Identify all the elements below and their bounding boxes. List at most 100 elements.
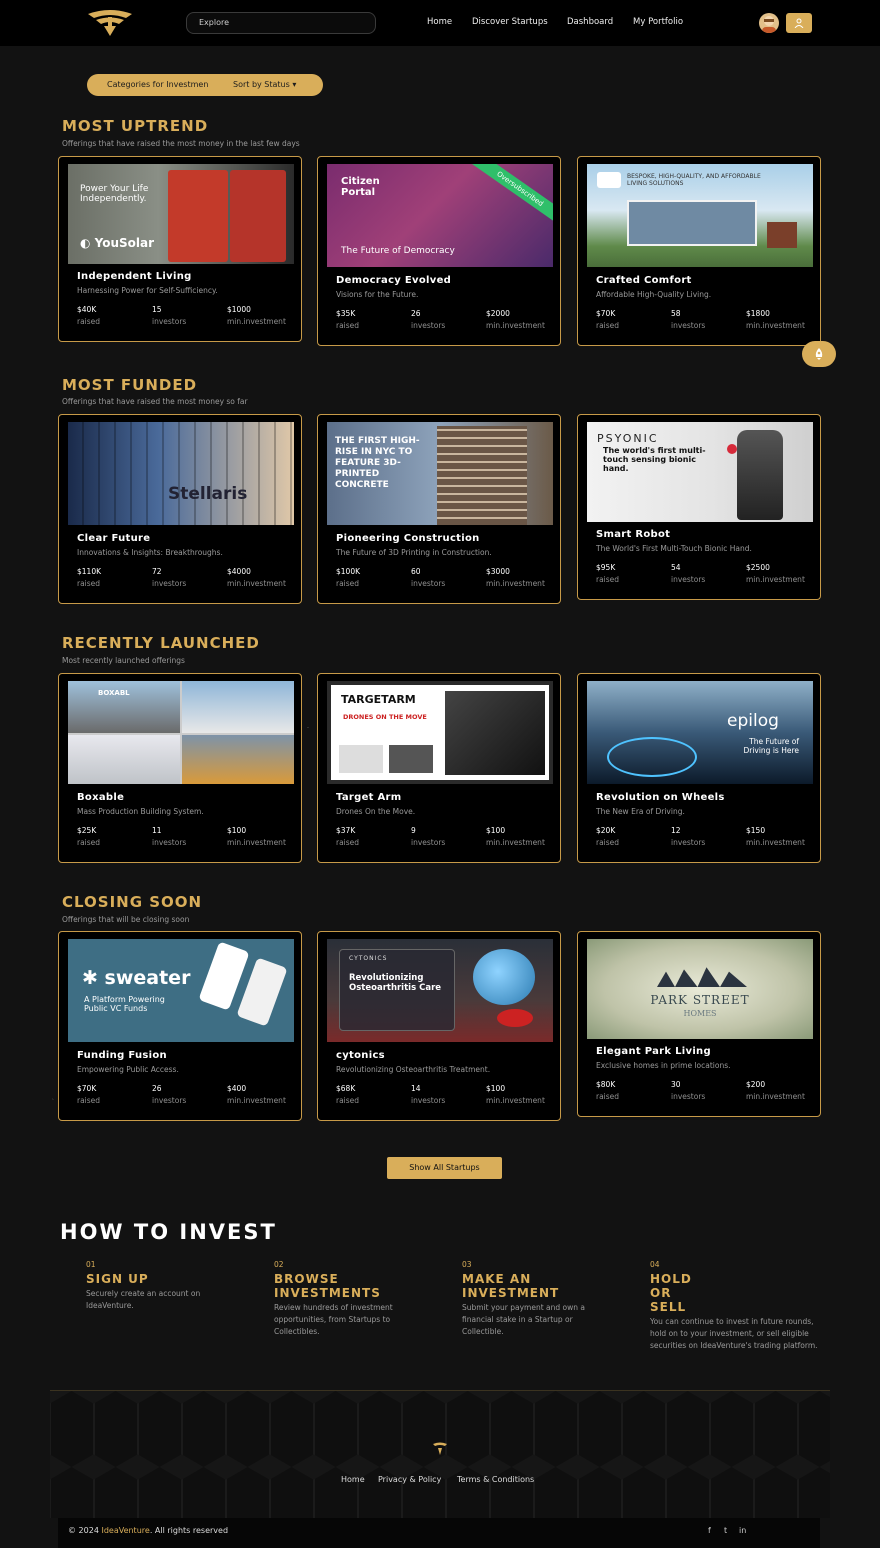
nav-discover-startups[interactable]: Discover Startups xyxy=(472,17,548,27)
park-street-homes-label: HOMES xyxy=(683,1009,717,1018)
card-title: Democracy Evolved xyxy=(336,275,452,286)
stat-min-investment: $4000 min.investment xyxy=(227,567,286,588)
stat-raised: $80K raised xyxy=(596,1080,620,1101)
startup-card[interactable]: BESPOKE, HIGH-QUALITY, AND AFFORDABLE LI… xyxy=(577,156,821,346)
footer-link-home[interactable]: Home xyxy=(341,1475,365,1484)
stat-min-investment: $100 min.investment xyxy=(486,1084,545,1105)
section-subtitle: Offerings that will be closing soon xyxy=(62,915,190,924)
card-image: BESPOKE, HIGH-QUALITY, AND AFFORDABLE LI… xyxy=(587,164,813,267)
stat-min-investment: $1800 min.investment xyxy=(746,309,805,330)
how-to-invest-title: HOW TO INVEST xyxy=(60,1220,277,1244)
card-title: Independent Living xyxy=(77,271,192,282)
card-title: cytonics xyxy=(336,1050,385,1061)
section-title: MOST FUNDED xyxy=(62,376,198,394)
startup-card[interactable]: Citizen Portal Oversubscribed The Future … xyxy=(317,156,561,346)
copyright-text: © 2024 IdeaVenture. All rights reserved xyxy=(68,1526,229,1535)
startup-card[interactable]: epilog The Future of Driving is Here Rev… xyxy=(577,673,821,863)
startup-card[interactable]: Stellaris Clear Future Innovations & Ins… xyxy=(58,414,302,604)
card-tagline: Harnessing Power for Self-Sufficiency. xyxy=(77,286,218,295)
card-tagline: Visions for the Future. xyxy=(336,290,419,299)
card-image: epilog The Future of Driving is Here xyxy=(587,681,813,784)
image-caption: THE FIRST HIGH-RISE IN NYC TO FEATURE 3D… xyxy=(335,436,420,490)
stat-raised: $68K raised xyxy=(336,1084,360,1105)
card-tagline: Innovations & Insights: Breakthroughs. xyxy=(77,548,223,557)
rocket-icon[interactable] xyxy=(802,341,836,367)
card-tagline: The New Era of Driving. xyxy=(596,807,685,816)
card-image: Stellaris xyxy=(68,422,294,525)
image-caption: Power Your Life Independently. xyxy=(80,184,149,204)
image-caption: Revolutionizing Osteoarthritis Care xyxy=(349,973,442,993)
copyright-bar: © 2024 IdeaVenture. All rights reserved … xyxy=(58,1518,820,1548)
card-image: PSYONIC The world's first multi-touch se… xyxy=(587,422,813,522)
card-tagline: Exclusive homes in prime locations. xyxy=(596,1061,731,1070)
section-title: RECENTLY LAUNCHED xyxy=(62,634,260,652)
card-title: Boxable xyxy=(77,792,125,803)
stat-investors: 30 investors xyxy=(671,1080,706,1101)
stat-investors: 14 investors xyxy=(411,1084,446,1105)
image-caption: BOXABL xyxy=(98,689,130,697)
nav-home[interactable]: Home xyxy=(427,17,452,27)
startup-card[interactable]: PARK STREET HOMES Elegant Park Living Ex… xyxy=(577,931,821,1117)
stat-min-investment: $400 min.investment xyxy=(227,1084,286,1105)
card-tagline: The Future of 3D Printing in Constructio… xyxy=(336,548,492,557)
stat-min-investment: $2000 min.investment xyxy=(486,309,545,330)
image-caption: A Platform Powering Public VC Funds xyxy=(84,995,165,1013)
nav-my-portfolio[interactable]: My Portfolio xyxy=(633,17,683,27)
card-image: THE FIRST HIGH-RISE IN NYC TO FEATURE 3D… xyxy=(327,422,553,525)
startup-card[interactable]: THE FIRST HIGH-RISE IN NYC TO FEATURE 3D… xyxy=(317,414,561,604)
targetarm-logo: TARGETARM xyxy=(341,693,416,706)
stat-investors: 11 investors xyxy=(152,826,187,847)
brand-link[interactable]: IdeaVenture xyxy=(101,1526,149,1535)
step-make-an-investment: 03 MAKE AN INVESTMENT Submit your paymen… xyxy=(462,1260,585,1336)
section-title: CLOSING SOON xyxy=(62,893,203,911)
category-filter[interactable]: Categories for Investmen xyxy=(107,80,208,89)
card-tagline: Drones On the Move. xyxy=(336,807,416,816)
brand-logo-icon[interactable] xyxy=(84,8,136,38)
startup-card[interactable]: CYTONICS Revolutionizing Osteoarthritis … xyxy=(317,931,561,1121)
footer-logo-icon[interactable] xyxy=(432,1441,448,1455)
stat-min-investment: $3000 min.investment xyxy=(486,567,545,588)
section-subtitle: Offerings that have raised the most mone… xyxy=(62,397,248,406)
card-title: Clear Future xyxy=(77,533,151,544)
facebook-icon[interactable]: f xyxy=(708,1526,711,1535)
startup-card[interactable]: TARGETARM DRONES ON THE MOVE Target Arm … xyxy=(317,673,561,863)
twitter-icon[interactable]: t xyxy=(724,1526,727,1535)
citizen-portal-logo: Citizen Portal xyxy=(341,176,380,198)
cytonics-logo: CYTONICS xyxy=(349,955,388,962)
stat-investors: 60 investors xyxy=(411,567,446,588)
stat-min-investment: $150 min.investment xyxy=(746,826,805,847)
card-tagline: The World's First Multi-Touch Bionic Han… xyxy=(596,544,752,553)
stat-min-investment: $200 min.investment xyxy=(746,1080,805,1101)
card-image: TARGETARM DRONES ON THE MOVE xyxy=(327,681,553,784)
stat-raised: $25K raised xyxy=(77,826,101,847)
footer-link-privacy[interactable]: Privacy & Policy xyxy=(378,1475,441,1484)
startup-card[interactable]: ✱ sweater A Platform Powering Public VC … xyxy=(58,931,302,1121)
sort-dropdown[interactable]: Sort by Status ▾ xyxy=(233,80,296,89)
card-title: Smart Robot xyxy=(596,529,671,540)
card-image: PARK STREET HOMES xyxy=(587,939,813,1039)
avatar[interactable] xyxy=(759,13,779,33)
search-input[interactable]: Explore xyxy=(186,12,376,34)
startup-card[interactable]: BOXABL Boxable Mass Production Building … xyxy=(58,673,302,863)
startup-card[interactable]: Power Your Life Independently. ◐ YouSola… xyxy=(58,156,302,342)
psyonic-logo: PSYONIC xyxy=(597,432,659,445)
nav-dashboard[interactable]: Dashboard xyxy=(567,17,613,27)
sweater-logo: ✱ sweater xyxy=(82,967,191,989)
user-icon[interactable] xyxy=(786,13,812,33)
linkedin-icon[interactable]: in xyxy=(739,1526,746,1535)
stat-investors: 54 investors xyxy=(671,563,706,584)
card-image: CYTONICS Revolutionizing Osteoarthritis … xyxy=(327,939,553,1042)
card-title: Target Arm xyxy=(336,792,402,803)
stat-min-investment: $100 min.investment xyxy=(227,826,286,847)
stat-raised: $40K raised xyxy=(77,305,101,326)
stat-raised: $70K raised xyxy=(596,309,620,330)
startup-card[interactable]: PSYONIC The world's first multi-touch se… xyxy=(577,414,821,600)
show-all-startups-button[interactable]: Show All Startups xyxy=(387,1157,502,1179)
top-navbar: Explore Home Discover Startups Dashboard… xyxy=(0,0,880,46)
footer-link-terms[interactable]: Terms & Conditions xyxy=(457,1475,534,1484)
section-title: MOST UPTREND xyxy=(62,117,209,135)
stat-investors: 9 investors xyxy=(411,826,446,847)
stat-raised: $35K raised xyxy=(336,309,360,330)
card-tagline: Affordable High-Quality Living. xyxy=(596,290,712,299)
oversubscribed-ribbon: Oversubscribed xyxy=(470,164,553,227)
